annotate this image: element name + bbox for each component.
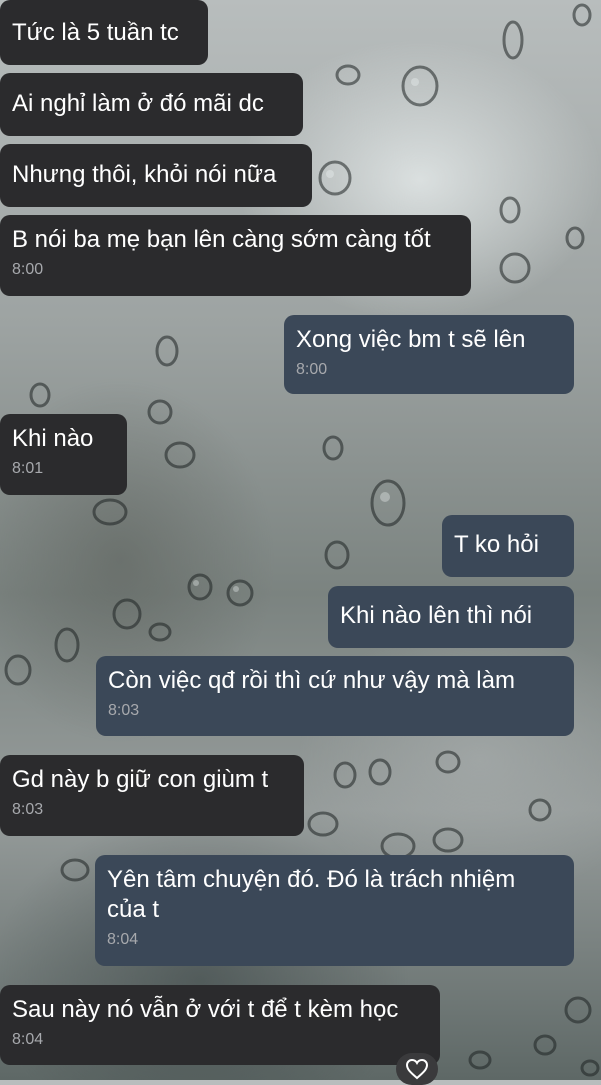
message-text: Khi nào — [12, 425, 94, 452]
message-bubble-sent[interactable]: Xong việc bm t sẽ lên 8:00 — [284, 315, 574, 394]
message-bubble-sent[interactable]: Còn việc qđ rồi thì cứ như vậy mà làm 8:… — [96, 656, 574, 736]
message-timestamp: 8:04 — [12, 1031, 44, 1048]
message-bubble-received[interactable]: B nói ba mẹ bạn lên càng sớm càng tốt 8:… — [0, 215, 471, 296]
message-text: Tức là 5 tuần tc — [12, 19, 179, 46]
message-timestamp: 8:03 — [108, 702, 140, 719]
message-bubble-received[interactable]: Khi nào 8:01 — [0, 414, 127, 495]
message-timestamp: 8:03 — [12, 801, 44, 818]
message-text: Còn việc qđ rồi thì cứ như vậy mà làm — [108, 667, 515, 694]
message-text: Yên tâm chuyện đó. Đó là trách nhiệm của… — [107, 866, 516, 923]
message-text: T ko hỏi — [454, 531, 539, 558]
message-text: B nói ba mẹ bạn lên càng sớm càng tốt — [12, 226, 431, 253]
reaction-button[interactable] — [396, 1053, 438, 1085]
message-text: Gd này b giữ con giùm t — [12, 766, 269, 793]
message-text: Nhưng thôi, khỏi nói nữa — [12, 161, 277, 188]
message-timestamp: 8:04 — [107, 931, 139, 948]
message-bubble-received[interactable]: Gd này b giữ con giùm t 8:03 — [0, 755, 304, 836]
message-timestamp: 8:00 — [12, 261, 44, 278]
message-bubble-received[interactable]: Sau này nó vẫn ở với t để t kèm học 8:04 — [0, 985, 440, 1065]
message-timestamp: 8:01 — [12, 460, 44, 477]
heart-outline-icon — [405, 1058, 429, 1080]
message-bubble-received[interactable]: Ai nghỉ làm ở đó mãi dc — [0, 73, 303, 136]
message-text: Sau này nó vẫn ở với t để t kèm học — [12, 996, 399, 1023]
message-bubble-received[interactable]: Nhưng thôi, khỏi nói nữa — [0, 144, 312, 207]
message-timestamp: 8:00 — [296, 361, 328, 378]
message-text: Khi nào lên thì nói — [340, 602, 533, 629]
message-bubble-received[interactable]: Tức là 5 tuần tc — [0, 0, 208, 65]
message-bubble-sent[interactable]: Yên tâm chuyện đó. Đó là trách nhiệm của… — [95, 855, 574, 966]
message-bubble-sent[interactable]: T ko hỏi — [442, 515, 574, 577]
message-bubble-sent[interactable]: Khi nào lên thì nói — [328, 586, 574, 648]
message-text: Xong việc bm t sẽ lên — [296, 326, 526, 353]
message-text: Ai nghỉ làm ở đó mãi dc — [12, 90, 264, 117]
